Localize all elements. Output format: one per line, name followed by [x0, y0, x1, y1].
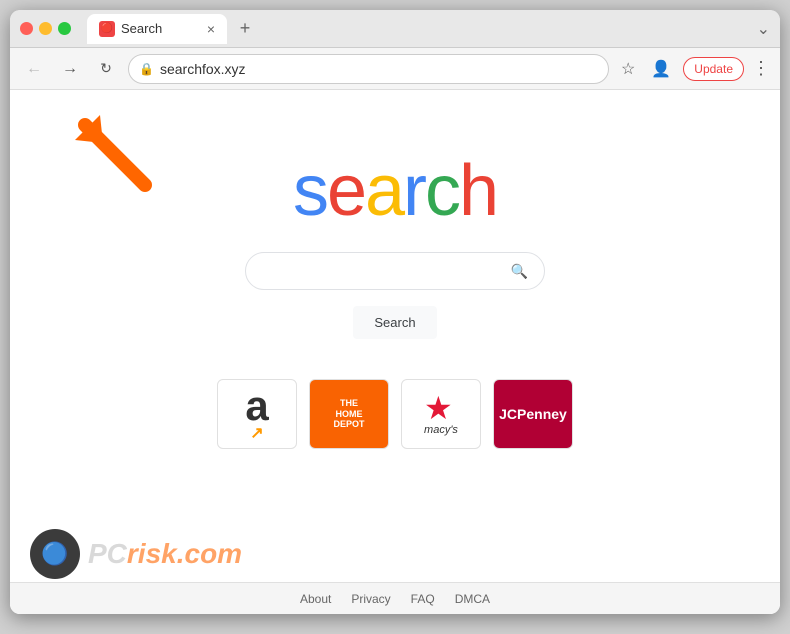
url-text: searchfox.xyz: [160, 61, 598, 77]
search-icon[interactable]: 🔍: [507, 259, 532, 284]
logo-letter-a: a: [365, 151, 403, 231]
logo-letter-c: c: [425, 151, 459, 231]
macys-text: macy's: [424, 424, 458, 436]
footer-link-faq[interactable]: FAQ: [411, 592, 435, 606]
tab-close-icon[interactable]: ×: [207, 21, 215, 37]
lock-icon: 🔒: [139, 62, 154, 76]
arrow-annotation: [65, 105, 165, 205]
amazon-logo: a ↗: [245, 385, 268, 443]
amazon-smile-icon: ↗: [250, 423, 263, 443]
search-box[interactable]: 🔍: [245, 252, 545, 290]
pcrisk-logo-icon: 🔵: [30, 529, 80, 579]
tab-title: Search: [121, 21, 162, 36]
footer-link-about[interactable]: About: [300, 592, 331, 606]
browser-window: 🔴 Search × + ⌄ ← → ↻ 🔒 searchfox.xyz ☆ 👤…: [10, 10, 780, 614]
pcrisk-watermark: 🔵 PCrisk.com: [30, 529, 242, 579]
jcpenney-logo-text: JCPenney: [499, 406, 567, 422]
search-logo: search: [293, 150, 497, 232]
macys-logo: ★ macy's: [424, 392, 458, 436]
update-button[interactable]: Update: [683, 57, 744, 81]
minimize-button[interactable]: [39, 22, 52, 35]
new-tab-button[interactable]: +: [231, 15, 259, 43]
forward-button[interactable]: →: [56, 55, 84, 83]
homedepot-logo-text: THEHOMEDEPOT: [333, 398, 364, 430]
macys-star-icon: ★: [424, 392, 458, 424]
logo-letter-s: s: [293, 151, 327, 231]
url-bar[interactable]: 🔒 searchfox.xyz: [128, 54, 609, 84]
address-bar: ← → ↻ 🔒 searchfox.xyz ☆ 👤 Update ⋮: [10, 48, 780, 90]
pcrisk-domain: risk.com: [127, 538, 242, 569]
reload-button[interactable]: ↻: [92, 55, 120, 83]
close-button[interactable]: [20, 22, 33, 35]
logo-letter-e: e: [327, 151, 365, 231]
browser-menu-icon[interactable]: ⋮: [752, 58, 770, 79]
tab-bar: 🔴 Search × + ⌄: [87, 14, 770, 44]
search-button[interactable]: Search: [353, 306, 436, 339]
logo-letter-r: r: [403, 151, 425, 231]
footer-link-dmca[interactable]: DMCA: [455, 592, 490, 606]
bookmark-icon[interactable]: ☆: [617, 55, 639, 83]
window-controls: [20, 22, 71, 35]
footer-link-privacy[interactable]: Privacy: [351, 592, 390, 606]
pcrisk-text: PCrisk.com: [88, 538, 242, 570]
search-input[interactable]: [258, 263, 499, 279]
tab-menu-button[interactable]: ⌄: [757, 19, 770, 39]
back-button[interactable]: ←: [20, 55, 48, 83]
shortcut-macys[interactable]: ★ macy's: [401, 379, 481, 449]
title-bar: 🔴 Search × + ⌄: [10, 10, 780, 48]
maximize-button[interactable]: [58, 22, 71, 35]
amazon-a-letter: a: [245, 385, 268, 427]
shortcut-homedepot[interactable]: THEHOMEDEPOT: [309, 379, 389, 449]
active-tab[interactable]: 🔴 Search ×: [87, 14, 227, 44]
shortcut-jcpenney[interactable]: JCPenney: [493, 379, 573, 449]
page-footer: About Privacy FAQ DMCA: [10, 582, 780, 614]
page-content: search 🔍 Search a ↗ THEHOMEDEPOT: [10, 90, 780, 614]
profile-icon[interactable]: 👤: [647, 55, 675, 83]
tab-favicon-icon: 🔴: [99, 21, 115, 37]
logo-letter-h: h: [459, 151, 497, 231]
shortcut-amazon[interactable]: a ↗: [217, 379, 297, 449]
shortcuts-row: a ↗ THEHOMEDEPOT ★ macy's JCPenney: [217, 379, 573, 449]
